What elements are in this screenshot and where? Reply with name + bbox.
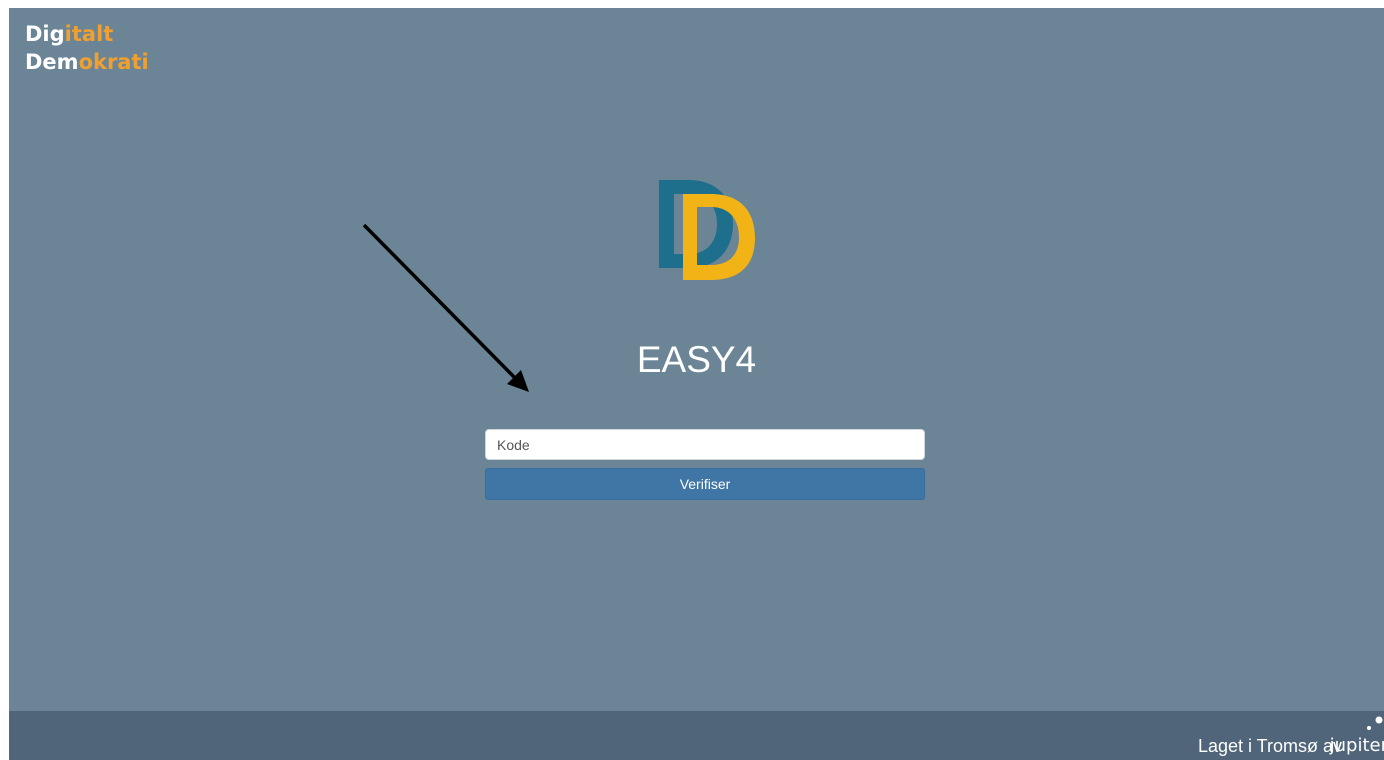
jupiter-logo-text: jupiter xyxy=(1329,735,1384,756)
jupiter-logo[interactable]: jupiter xyxy=(1330,731,1384,757)
app-title: EASY4 xyxy=(636,339,757,380)
brand-line-2-orange: okrati xyxy=(78,50,149,74)
brand-logo[interactable]: Digitalt Demokrati xyxy=(25,20,149,76)
code-input[interactable] xyxy=(485,429,925,460)
verify-button[interactable]: Verifiser xyxy=(485,468,925,500)
brand-line-2: Demokrati xyxy=(25,48,149,76)
jupiter-dots-icon xyxy=(1367,716,1383,730)
brand-line-1: Digitalt xyxy=(25,20,149,48)
brand-line-1-orange: italt xyxy=(64,22,114,46)
footer-made-in-text: Laget i Tromsø av xyxy=(1197,736,1342,756)
brand-line-1-white: Dig xyxy=(25,22,65,46)
brand-line-2-white: Dem xyxy=(25,50,79,74)
dd-logo-icon xyxy=(659,180,755,280)
footer: Laget i Tromsø av jupiter xyxy=(9,711,1384,760)
login-page: Digitalt Demokrati EASY4 Verifiser Laget… xyxy=(9,8,1384,760)
